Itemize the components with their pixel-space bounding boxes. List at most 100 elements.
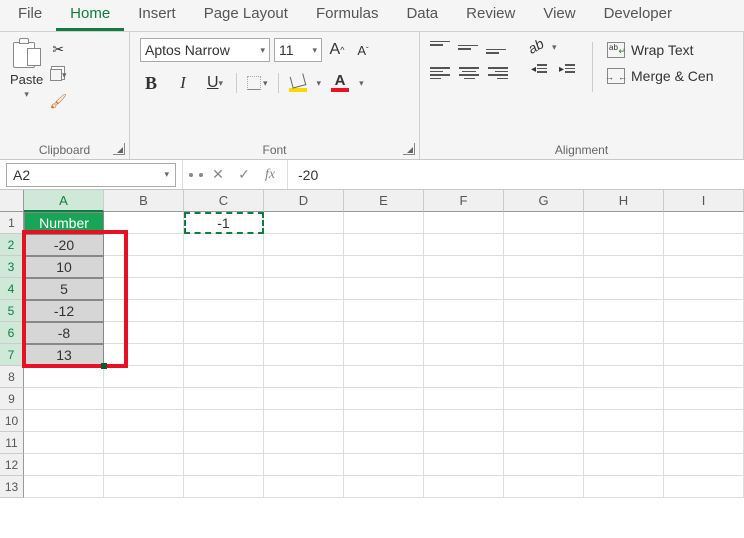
- cell-I6[interactable]: [664, 322, 744, 344]
- cell-I5[interactable]: [664, 300, 744, 322]
- cell-A2[interactable]: -20: [24, 234, 104, 256]
- cell-D3[interactable]: [264, 256, 344, 278]
- cell-I7[interactable]: [664, 344, 744, 366]
- cell-A11[interactable]: [24, 432, 104, 454]
- cell-C3[interactable]: [184, 256, 264, 278]
- cell-A5[interactable]: -12: [24, 300, 104, 322]
- cell-E2[interactable]: [344, 234, 424, 256]
- cell-C11[interactable]: [184, 432, 264, 454]
- copy-button[interactable]: ▾: [49, 66, 67, 84]
- cell-E8[interactable]: [344, 366, 424, 388]
- col-header-H[interactable]: H: [584, 190, 664, 212]
- cell-G8[interactable]: [504, 366, 584, 388]
- cell-G10[interactable]: [504, 410, 584, 432]
- cell-H4[interactable]: [584, 278, 664, 300]
- cell-H3[interactable]: [584, 256, 664, 278]
- col-header-G[interactable]: G: [504, 190, 584, 212]
- cell-E10[interactable]: [344, 410, 424, 432]
- fill-color-button[interactable]: [289, 75, 307, 92]
- cell-C12[interactable]: [184, 454, 264, 476]
- cell-H11[interactable]: [584, 432, 664, 454]
- cell-B2[interactable]: [104, 234, 184, 256]
- cell-G3[interactable]: [504, 256, 584, 278]
- cell-F10[interactable]: [424, 410, 504, 432]
- cell-H8[interactable]: [584, 366, 664, 388]
- cell-G4[interactable]: [504, 278, 584, 300]
- cell-D7[interactable]: [264, 344, 344, 366]
- row-header-8[interactable]: 8: [0, 366, 24, 388]
- cell-C13[interactable]: [184, 476, 264, 498]
- cell-B6[interactable]: [104, 322, 184, 344]
- cell-A4[interactable]: 5: [24, 278, 104, 300]
- cell-F4[interactable]: [424, 278, 504, 300]
- cell-I1[interactable]: [664, 212, 744, 234]
- cell-C7[interactable]: [184, 344, 264, 366]
- cell-F12[interactable]: [424, 454, 504, 476]
- orientation-button[interactable]: ab: [528, 38, 546, 56]
- cell-A6[interactable]: -8: [24, 322, 104, 344]
- row-header-4[interactable]: 4: [0, 278, 24, 300]
- cell-E3[interactable]: [344, 256, 424, 278]
- cell-B10[interactable]: [104, 410, 184, 432]
- cell-A13[interactable]: [24, 476, 104, 498]
- cell-I8[interactable]: [664, 366, 744, 388]
- cell-H7[interactable]: [584, 344, 664, 366]
- cell-D8[interactable]: [264, 366, 344, 388]
- selection-handle[interactable]: [101, 363, 107, 369]
- tab-developer[interactable]: Developer: [590, 0, 686, 31]
- align-top-button[interactable]: [430, 38, 452, 56]
- cell-G9[interactable]: [504, 388, 584, 410]
- cell-A3[interactable]: 10: [24, 256, 104, 278]
- tab-insert[interactable]: Insert: [124, 0, 190, 31]
- cell-F9[interactable]: [424, 388, 504, 410]
- select-all-corner[interactable]: [0, 190, 24, 212]
- align-left-button[interactable]: [430, 64, 452, 82]
- cell-E7[interactable]: [344, 344, 424, 366]
- cell-A12[interactable]: [24, 454, 104, 476]
- cell-F13[interactable]: [424, 476, 504, 498]
- cell-G12[interactable]: [504, 454, 584, 476]
- tab-file[interactable]: File: [4, 0, 56, 31]
- bold-button[interactable]: B: [140, 72, 162, 94]
- cell-B11[interactable]: [104, 432, 184, 454]
- cell-G7[interactable]: [504, 344, 584, 366]
- row-header-3[interactable]: 3: [0, 256, 24, 278]
- row-header-10[interactable]: 10: [0, 410, 24, 432]
- increase-font-button[interactable]: A^: [326, 39, 348, 61]
- cell-D12[interactable]: [264, 454, 344, 476]
- cell-F5[interactable]: [424, 300, 504, 322]
- align-bottom-button[interactable]: [486, 38, 508, 56]
- row-header-1[interactable]: 1: [0, 212, 24, 234]
- cell-G11[interactable]: [504, 432, 584, 454]
- name-box[interactable]: A2 ▾: [6, 163, 176, 187]
- cut-button[interactable]: ✂: [49, 40, 67, 58]
- cell-E4[interactable]: [344, 278, 424, 300]
- cell-D11[interactable]: [264, 432, 344, 454]
- cell-C6[interactable]: [184, 322, 264, 344]
- cell-C1[interactable]: -1: [184, 212, 264, 234]
- cell-D5[interactable]: [264, 300, 344, 322]
- cell-A7[interactable]: 13: [24, 344, 104, 366]
- cell-D2[interactable]: [264, 234, 344, 256]
- spreadsheet-grid[interactable]: ABCDEFGHI 1Number-12-20310455-126-871389…: [0, 190, 744, 498]
- cell-D10[interactable]: [264, 410, 344, 432]
- cell-D13[interactable]: [264, 476, 344, 498]
- increase-indent-button[interactable]: ▸: [556, 64, 578, 82]
- merge-center-button[interactable]: →← Merge & Cen: [607, 68, 713, 84]
- cell-E1[interactable]: [344, 212, 424, 234]
- cell-F7[interactable]: [424, 344, 504, 366]
- cell-H5[interactable]: [584, 300, 664, 322]
- font-dialog-launcher[interactable]: [403, 143, 415, 155]
- cell-A8[interactable]: [24, 366, 104, 388]
- cell-B4[interactable]: [104, 278, 184, 300]
- col-header-I[interactable]: I: [664, 190, 744, 212]
- cell-H12[interactable]: [584, 454, 664, 476]
- cell-G2[interactable]: [504, 234, 584, 256]
- cell-B7[interactable]: [104, 344, 184, 366]
- tab-pagelayout[interactable]: Page Layout: [190, 0, 302, 31]
- cell-B9[interactable]: [104, 388, 184, 410]
- row-header-13[interactable]: 13: [0, 476, 24, 498]
- cell-G6[interactable]: [504, 322, 584, 344]
- enter-formula-button[interactable]: ✓: [233, 166, 255, 183]
- cell-I11[interactable]: [664, 432, 744, 454]
